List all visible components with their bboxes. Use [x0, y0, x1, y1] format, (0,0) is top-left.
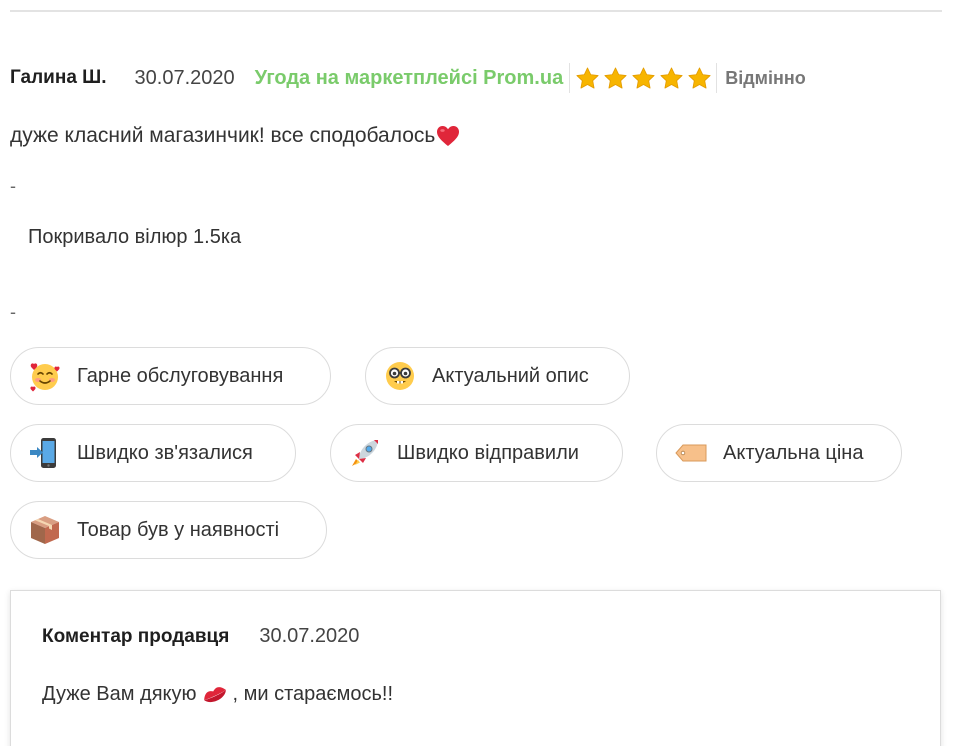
heart-icon: [437, 126, 460, 146]
tag-chip: Швидко зв'язалися: [10, 424, 296, 482]
package-icon: [31, 516, 59, 544]
star-rating: [569, 63, 718, 93]
star-icon: [688, 66, 711, 89]
tag-chip: Актуальна ціна: [656, 424, 902, 482]
tag-label: Гарне обслуговування: [77, 364, 284, 387]
review-source: Угода на маркетплейсі Prom.ua: [254, 66, 564, 89]
product-name: Покривало вілюр 1.5ка: [28, 226, 242, 248]
kiss-mark-icon: [203, 686, 226, 702]
tag-label: Актуальний опис: [432, 364, 589, 387]
star-icon: [576, 66, 599, 89]
review-date: 30.07.2020: [134, 66, 235, 89]
phone-arrow-icon: [30, 438, 56, 468]
review-header: Галина Ш. 30.07.2020 Угода на маркетплей…: [10, 62, 806, 94]
tag-chip: Товар був у наявності: [10, 501, 327, 559]
star-icon: [632, 66, 655, 89]
seller-comment-date: 30.07.2020: [259, 625, 360, 647]
separator-dash: -: [10, 176, 16, 196]
review-page: Галина Ш. 30.07.2020 Угода на маркетплей…: [0, 0, 970, 746]
seller-comment-text-start: Дуже Вам дякую: [42, 683, 197, 705]
seller-comment-text: Дуже Вам дякую , ми стараємось!!: [42, 683, 393, 706]
seller-comment-title: Коментар продавця: [42, 625, 230, 647]
tag-label: Актуальна ціна: [723, 441, 864, 464]
star-icon: [604, 66, 627, 89]
smiling-face-hearts-icon: [30, 363, 60, 392]
rocket-icon: [352, 440, 378, 466]
top-divider: [10, 10, 942, 12]
seller-comment-header: Коментар продавця 30.07.2020: [42, 625, 359, 648]
tag-chip: Гарне обслуговування: [10, 347, 331, 405]
price-tag-icon: [675, 444, 707, 462]
review-text-content: дуже класний магазинчик! все сподобалось: [10, 124, 436, 147]
tag-label: Швидко відправили: [397, 441, 579, 464]
star-icon: [660, 66, 683, 89]
rating-label: Відмінно: [725, 67, 806, 88]
tag-chip: Швидко відправили: [330, 424, 623, 482]
separator-dash: -: [10, 302, 16, 322]
review-author: Галина Ш.: [10, 67, 107, 88]
tag-label: Товар був у наявності: [77, 518, 280, 541]
seller-comment-box: Коментар продавця 30.07.2020 Дуже Вам дя…: [10, 590, 941, 746]
tag-label: Швидко зв'язалися: [77, 441, 253, 464]
review-text: дуже класний магазинчик! все сподобалось: [10, 124, 460, 148]
nerd-face-icon: [386, 362, 414, 390]
tag-chip: Актуальний опис: [365, 347, 630, 405]
seller-comment-text-end: , ми стараємось!!: [232, 683, 394, 705]
